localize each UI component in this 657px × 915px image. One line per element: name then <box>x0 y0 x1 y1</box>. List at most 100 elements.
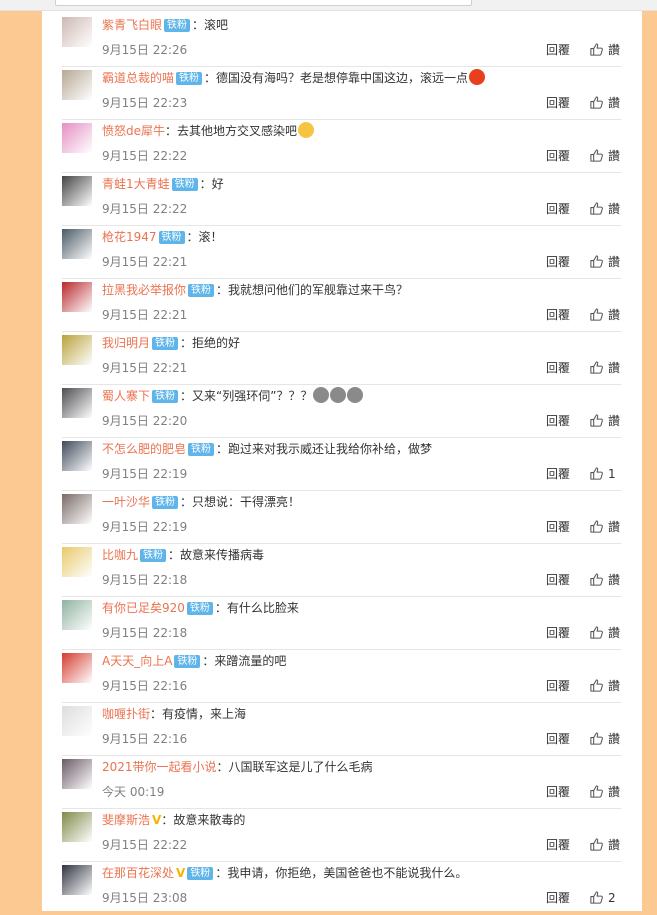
fan-badge[interactable]: 铁粉 <box>164 19 191 32</box>
avatar[interactable] <box>62 70 92 100</box>
like-button[interactable]: 讚 <box>589 253 621 271</box>
like-button[interactable]: 讚 <box>589 677 621 695</box>
like-button[interactable]: 讚 <box>589 730 621 748</box>
reply-button[interactable]: 回覆 <box>546 307 570 323</box>
comment-username[interactable]: 一叶沙华 <box>102 495 150 509</box>
like-button[interactable]: 讚 <box>589 783 621 801</box>
reply-button[interactable]: 回覆 <box>546 360 570 376</box>
avatar[interactable] <box>62 17 92 47</box>
comment-item: 2021带你一起看小说：八国联军这是儿了什么毛病 今天 00:19 回覆 讚 <box>62 756 621 809</box>
reply-button[interactable]: 回覆 <box>546 42 570 58</box>
comment-username[interactable]: 枪花1947 <box>102 230 157 244</box>
comment-username[interactable]: 咖喱扑街 <box>102 707 150 721</box>
fan-badge[interactable]: 铁粉 <box>152 337 179 350</box>
comment-username[interactable]: 蜀人寨下 <box>102 389 150 403</box>
fan-badge[interactable]: 铁粉 <box>152 496 179 509</box>
comment-line: 斐摩斯浩 V：故意来散毒的 <box>102 811 245 829</box>
reply-button[interactable]: 回覆 <box>546 413 570 429</box>
avatar[interactable] <box>62 494 92 524</box>
avatar[interactable] <box>62 812 92 842</box>
like-button[interactable]: 讚 <box>589 359 621 377</box>
comment-username[interactable]: 我归明月 <box>102 336 150 350</box>
avatar[interactable] <box>62 123 92 153</box>
avatar[interactable] <box>62 229 92 259</box>
avatar[interactable] <box>62 706 92 736</box>
fan-badge[interactable]: 铁粉 <box>176 72 203 85</box>
comment-username[interactable]: 2021带你一起看小说 <box>102 760 217 774</box>
angry-face-emoji <box>469 69 486 85</box>
reply-button[interactable]: 回覆 <box>546 254 570 270</box>
like-button[interactable]: 讚 <box>589 147 621 165</box>
fan-badge[interactable]: 铁粉 <box>158 231 185 244</box>
comment-line: 咖喱扑街：有疫情，来上海 <box>102 705 246 723</box>
reply-button[interactable]: 回覆 <box>546 625 570 641</box>
reply-button[interactable]: 回覆 <box>546 678 570 694</box>
reply-button[interactable]: 回覆 <box>546 784 570 800</box>
comment-username[interactable]: 青蛙1大青蛙 <box>102 177 170 191</box>
fan-badge[interactable]: 铁粉 <box>188 443 215 456</box>
fan-badge[interactable]: 铁粉 <box>152 390 179 403</box>
reply-button[interactable]: 回覆 <box>546 148 570 164</box>
comment-item: 在那百花深处 V 铁粉 ：我申请，你拒绝，美国爸爸也不能说我什么。 9月15日 23:0… <box>62 862 621 915</box>
reply-button[interactable]: 回覆 <box>546 95 570 111</box>
reply-button[interactable]: 回覆 <box>546 837 570 853</box>
avatar[interactable] <box>62 335 92 365</box>
avatar[interactable] <box>62 176 92 206</box>
avatar[interactable] <box>62 547 92 577</box>
thumbs-up-icon <box>590 202 603 215</box>
like-count: 1 <box>608 467 616 481</box>
like-label: 讚 <box>608 43 621 57</box>
comment-username[interactable]: 紫青飞白眼 <box>102 18 162 32</box>
comment-username[interactable]: 愤怒de犀牛 <box>102 124 165 138</box>
comment-username[interactable]: A天天_向上A <box>102 654 172 668</box>
like-button[interactable]: 讚 <box>589 624 621 642</box>
like-label: 讚 <box>608 626 621 640</box>
like-button[interactable]: 讚 <box>589 836 621 854</box>
comment-username[interactable]: 有你已足矣920 <box>102 601 185 615</box>
comment-username[interactable]: 斐摩斯浩 <box>102 813 150 827</box>
like-button[interactable]: 1 <box>589 465 621 483</box>
avatar[interactable] <box>62 441 92 471</box>
like-button[interactable]: 讚 <box>589 518 621 536</box>
reply-button[interactable]: 回覆 <box>546 572 570 588</box>
comment-username[interactable]: 霸道总裁的喵 <box>102 71 174 85</box>
like-button[interactable]: 讚 <box>589 94 621 112</box>
avatar[interactable] <box>62 759 92 789</box>
avatar[interactable] <box>62 600 92 630</box>
reply-button[interactable]: 回覆 <box>546 890 570 906</box>
like-button[interactable]: 讚 <box>589 412 621 430</box>
fan-badge[interactable]: 铁粉 <box>174 655 201 668</box>
comment-time: 9月15日 22:18 <box>102 573 188 587</box>
like-button[interactable]: 讚 <box>589 41 621 59</box>
like-button[interactable]: 讚 <box>589 571 621 589</box>
avatar[interactable] <box>62 388 92 418</box>
reply-button[interactable]: 回覆 <box>546 201 570 217</box>
like-button[interactable]: 讚 <box>589 306 621 324</box>
reply-button[interactable]: 回覆 <box>546 466 570 482</box>
comment-text: ：我就想问他们的军舰靠过来干鸟？ <box>216 283 409 297</box>
like-label: 讚 <box>608 785 621 799</box>
fan-badge[interactable]: 铁粉 <box>186 602 213 615</box>
comment-username[interactable]: 拉黑我必举报你 <box>102 283 186 297</box>
reply-button[interactable]: 回覆 <box>546 731 570 747</box>
avatar[interactable] <box>62 653 92 683</box>
avatar[interactable] <box>62 282 92 312</box>
comment-username[interactable]: 比咖九 <box>102 548 138 562</box>
comment-time: 9月15日 22:19 <box>102 467 188 481</box>
comment-time: 9月15日 22:16 <box>102 679 188 693</box>
fan-badge[interactable]: 铁粉 <box>171 178 198 191</box>
fan-badge[interactable]: 铁粉 <box>140 549 167 562</box>
comment-username[interactable]: 不怎么肥的肥皂 <box>102 442 186 456</box>
comment-line: 有你已足矣920 铁粉 ：有什么比脸来 <box>102 599 299 617</box>
url-field[interactable] <box>55 0 472 6</box>
like-button[interactable]: 2 <box>589 889 621 907</box>
avatar[interactable] <box>62 865 92 895</box>
comment-time: 9月15日 22:21 <box>102 361 188 375</box>
reply-button[interactable]: 回覆 <box>546 519 570 535</box>
fan-badge[interactable]: 铁粉 <box>188 284 215 297</box>
skull-emoji <box>330 387 347 403</box>
comment-username[interactable]: 在那百花深处 <box>102 866 174 880</box>
like-button[interactable]: 讚 <box>589 200 621 218</box>
fan-badge[interactable]: 铁粉 <box>187 867 214 880</box>
comment-item: 咖喱扑街：有疫情，来上海 9月15日 22:16 回覆 讚 <box>62 703 621 756</box>
